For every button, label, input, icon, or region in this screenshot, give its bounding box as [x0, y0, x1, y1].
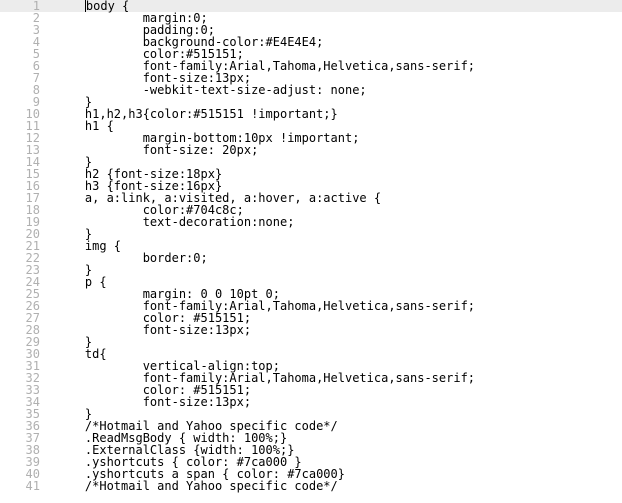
code-line[interactable]: 8 -webkit-text-size-adjust: none;: [0, 84, 622, 96]
gutter-gap: [42, 264, 56, 276]
line-number: 41: [0, 480, 42, 492]
gutter-gap: [42, 312, 56, 324]
gutter-gap: [42, 12, 56, 24]
gutter-gap: [42, 468, 56, 480]
gutter-gap: [42, 204, 56, 216]
gutter-gap: [42, 72, 56, 84]
gutter-gap: [42, 324, 56, 336]
gutter-gap: [42, 480, 56, 492]
gutter-gap: [42, 444, 56, 456]
code-line[interactable]: 19 text-decoration:none;: [0, 216, 622, 228]
gutter-gap: [42, 48, 56, 60]
gutter-gap: [42, 432, 56, 444]
gutter-gap: [42, 276, 56, 288]
line-content[interactable]: -webkit-text-size-adjust: none;: [56, 84, 367, 96]
gutter-gap: [42, 60, 56, 72]
gutter-gap: [42, 36, 56, 48]
code-line[interactable]: 34 font-size:13px;: [0, 396, 622, 408]
gutter-gap: [42, 336, 56, 348]
line-content[interactable]: /*Hotmail and Yahoo specific code*/: [56, 480, 338, 492]
gutter-gap: [42, 420, 56, 432]
gutter-gap: [42, 216, 56, 228]
gutter-gap: [42, 408, 56, 420]
gutter-gap: [42, 252, 56, 264]
code-line[interactable]: 28 font-size:13px;: [0, 324, 622, 336]
gutter-gap: [42, 108, 56, 120]
gutter-gap: [42, 24, 56, 36]
gutter-gap: [42, 456, 56, 468]
gutter-gap: [42, 0, 56, 12]
gutter-gap: [42, 348, 56, 360]
gutter-gap: [42, 120, 56, 132]
gutter-gap: [42, 396, 56, 408]
gutter-gap: [42, 168, 56, 180]
gutter-gap: [42, 300, 56, 312]
gutter-gap: [42, 240, 56, 252]
gutter-gap: [42, 156, 56, 168]
code-line[interactable]: 41 /*Hotmail and Yahoo specific code*/: [0, 480, 622, 492]
gutter-gap: [42, 96, 56, 108]
gutter-gap: [42, 228, 56, 240]
gutter-gap: [42, 180, 56, 192]
gutter-gap: [42, 144, 56, 156]
code-editor[interactable]: 1 body {2 margin:0;3 padding:0;4 backgro…: [0, 0, 622, 503]
gutter-gap: [42, 192, 56, 204]
gutter-gap: [42, 84, 56, 96]
gutter-gap: [42, 372, 56, 384]
gutter-gap: [42, 360, 56, 372]
gutter-gap: [42, 384, 56, 396]
code-line[interactable]: 13 font-size: 20px;: [0, 144, 622, 156]
gutter-gap: [42, 288, 56, 300]
code-line[interactable]: 22 border:0;: [0, 252, 622, 264]
gutter-gap: [42, 132, 56, 144]
